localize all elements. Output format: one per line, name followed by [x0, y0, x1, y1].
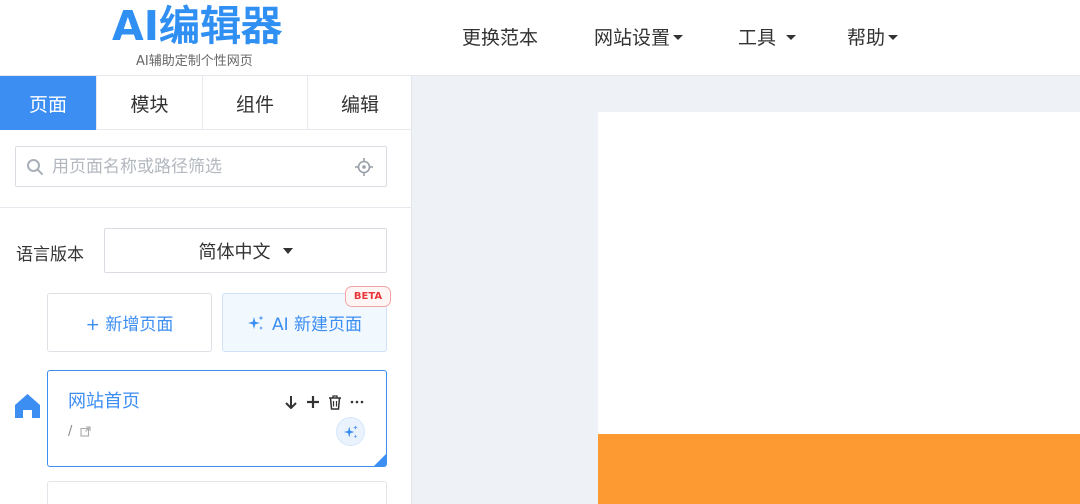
logo[interactable]: AI编辑器 AI辅助定制个性网页 [108, 0, 298, 76]
logo-subtitle: AI辅助定制个性网页 [136, 54, 253, 69]
page-name: 网站首页 [68, 391, 140, 412]
nav-label: 网站设置 [594, 26, 671, 49]
nav-help[interactable]: 帮助 [847, 23, 899, 50]
caret-down-icon [888, 34, 899, 40]
ai-page-button[interactable] [336, 417, 365, 446]
search-input[interactable] [52, 147, 342, 186]
left-sidebar: 页面 模块 组件 编辑 语言版本 简体中文 + 新增页面 AI 新建页面 BET… [0, 76, 412, 504]
tab-components[interactable]: 组件 [203, 76, 308, 130]
language-label: 语言版本 [16, 245, 84, 265]
sparkle-icon [343, 424, 358, 438]
tab-pages[interactable]: 页面 [0, 76, 97, 130]
page-item[interactable] [47, 481, 387, 504]
canvas-banner[interactable] [598, 434, 1080, 504]
locate-icon[interactable] [354, 157, 374, 177]
search-icon [27, 159, 43, 175]
nav-site-settings[interactable]: 网站设置 [594, 23, 684, 50]
nav-label: 工具 [738, 26, 777, 49]
page-actions [280, 391, 368, 413]
tab-modules[interactable]: 模块 [97, 76, 203, 130]
top-header: AI编辑器 AI辅助定制个性网页 更换范本 网站设置 工具 帮助 [0, 0, 1080, 76]
move-down-icon[interactable] [280, 391, 302, 413]
divider [0, 207, 412, 208]
caret-down-icon [673, 34, 684, 40]
nav-label: 帮助 [847, 26, 886, 49]
nav-tools[interactable]: 工具 [738, 23, 797, 50]
page-path-text: / [68, 424, 73, 439]
trash-icon[interactable] [324, 391, 346, 413]
beta-badge: BETA [345, 286, 391, 307]
home-icon [15, 394, 40, 418]
language-value: 简体中文 [198, 241, 271, 263]
add-page-button[interactable]: + 新增页面 [47, 293, 212, 352]
tab-edit[interactable]: 编辑 [308, 76, 412, 130]
resize-corner [373, 453, 386, 466]
more-icon[interactable] [346, 391, 368, 413]
sparkle-icon [247, 315, 264, 330]
page-path: / [68, 424, 91, 439]
nav-label: 更换范本 [462, 26, 539, 49]
caret-down-icon [282, 247, 293, 254]
caret-down-icon [786, 34, 797, 40]
logo-title: AI编辑器 [112, 2, 282, 50]
sidebar-tabs: 页面 模块 组件 编辑 [0, 76, 412, 130]
plus-icon[interactable] [302, 391, 324, 413]
page-search [15, 146, 387, 187]
external-link-icon[interactable] [80, 426, 91, 437]
language-select[interactable]: 简体中文 [104, 228, 387, 273]
nav-change-template[interactable]: 更换范本 [462, 23, 538, 50]
ai-new-page-label: AI 新建页面 [271, 315, 363, 335]
page-item-home[interactable]: 网站首页 / [47, 370, 387, 467]
